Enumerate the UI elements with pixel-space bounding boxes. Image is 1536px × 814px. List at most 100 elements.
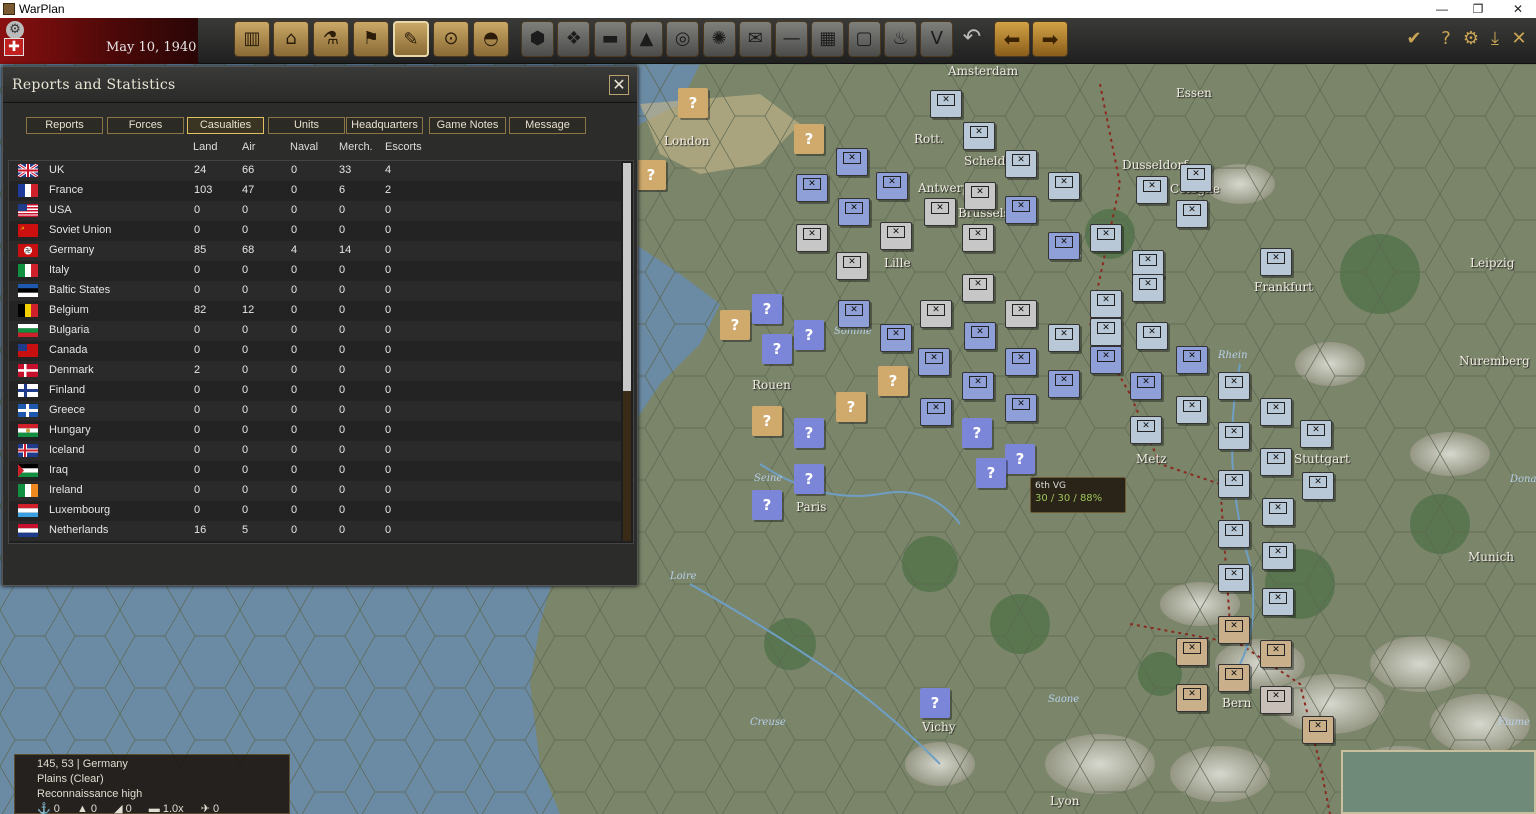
research-button[interactable]: ⚗ (313, 21, 349, 57)
table-row[interactable]: ☭ Soviet Union 0 0 0 0 0 (9, 221, 621, 241)
unit-counter[interactable]: ✕ (838, 300, 870, 328)
undo-button[interactable]: ↶ (954, 21, 990, 57)
unit-counter[interactable]: ✕ (1005, 196, 1037, 224)
table-row[interactable]: USA 0 0 0 0 0 (9, 201, 621, 221)
production-button[interactable]: ▥ (234, 21, 270, 57)
table-row[interactable]: Luxembourg 0 0 0 0 0 (9, 501, 621, 521)
helmet-button[interactable]: ◓ (473, 21, 509, 57)
unit-counter[interactable]: ✕ (1136, 322, 1168, 350)
unit-counter[interactable]: ✕ (838, 198, 870, 226)
table-row[interactable]: Finland 0 0 0 0 0 (9, 381, 621, 401)
table-row[interactable]: Bulgaria 0 0 0 0 0 (9, 321, 621, 341)
unit-counter[interactable]: ✕ (1090, 318, 1122, 346)
column-header-naval[interactable]: Naval (290, 141, 318, 153)
unit-counter[interactable]: ✕ (1005, 348, 1037, 376)
column-header-air[interactable]: Air (242, 141, 255, 153)
unit-counter[interactable]: ✕ (836, 252, 868, 280)
unit-counter[interactable]: ✕ (1302, 716, 1334, 744)
unit-counter[interactable]: ✕ (962, 372, 994, 400)
unknown-unit-counter[interactable]: ? (752, 490, 782, 520)
unknown-unit-counter[interactable]: ? (794, 464, 824, 494)
unknown-unit-counter[interactable]: ? (962, 418, 992, 448)
end-turn-button[interactable]: ✔ (1401, 26, 1427, 52)
unit-counter[interactable]: ✕ (836, 148, 868, 176)
table-row[interactable]: 卍 Germany 85 68 4 14 0 (9, 241, 621, 261)
unit-counter[interactable]: ✕ (1176, 396, 1208, 424)
unknown-unit-counter[interactable]: ? (794, 418, 824, 448)
unit-counter[interactable]: ✕ (1176, 346, 1208, 374)
unit-counter[interactable]: ✕ (962, 274, 994, 302)
column-header-land[interactable]: Land (193, 141, 217, 153)
unit-counter[interactable]: ✕ (1048, 232, 1080, 260)
unit-counter[interactable]: ✕ (964, 322, 996, 350)
unit-counter[interactable]: ✕ (920, 398, 952, 426)
filter-frame-button[interactable]: ▢ (847, 21, 881, 57)
unit-counter[interactable]: ✕ (1260, 448, 1292, 476)
minimize-button[interactable]: — (1424, 0, 1460, 18)
unit-counter[interactable]: ✕ (918, 348, 950, 376)
reports-button[interactable]: ✎ (393, 21, 429, 57)
prev-unit-button[interactable]: ⬅ (994, 21, 1030, 57)
unit-counter[interactable]: ✕ (1302, 472, 1334, 500)
unit-counter[interactable]: ✕ (1260, 248, 1292, 276)
table-row[interactable]: Denmark 2 0 0 0 0 (9, 361, 621, 381)
scroll-thumb[interactable] (623, 163, 631, 391)
unit-counter[interactable]: ✕ (1262, 498, 1294, 526)
unit-counter[interactable]: ✕ (1218, 564, 1250, 592)
unit-counter[interactable]: ✕ (1176, 638, 1208, 666)
unit-counter[interactable]: ✕ (1262, 588, 1294, 616)
gear-emblem-icon[interactable]: ⚙ (6, 21, 24, 39)
unit-counter[interactable]: ✕ (1090, 346, 1122, 374)
unit-counter[interactable]: ✕ (1300, 420, 1332, 448)
unit-counter[interactable]: ✕ (1176, 684, 1208, 712)
table-row[interactable]: Greece 0 0 0 0 0 (9, 401, 621, 421)
unit-counter[interactable]: ✕ (796, 224, 828, 252)
unit-counter[interactable]: ✕ (1130, 416, 1162, 444)
save-button[interactable]: ⤓ (1482, 26, 1508, 52)
unknown-unit-counter[interactable]: ? (836, 392, 866, 422)
filter-v-button[interactable]: V (920, 21, 954, 57)
exit-button[interactable]: ✕ (1506, 26, 1532, 52)
filter-tank-button[interactable]: ▬ (593, 21, 627, 57)
tab-forces[interactable]: Forces (107, 117, 184, 134)
filter-line-button[interactable]: — (775, 21, 809, 57)
unknown-unit-counter[interactable]: ? (752, 294, 782, 324)
unit-counter[interactable]: ✕ (1218, 664, 1250, 692)
table-row[interactable]: Italy 0 0 0 0 0 (9, 261, 621, 281)
unknown-unit-counter[interactable]: ? (878, 366, 908, 396)
column-header-escorts[interactable]: Escorts (385, 141, 422, 153)
unit-counter[interactable]: ✕ (963, 122, 995, 150)
table-row[interactable]: Hungary 0 0 0 0 0 (9, 421, 621, 441)
table-row[interactable]: UK 24 66 0 33 4 (9, 161, 621, 181)
unit-counter[interactable]: ✕ (964, 182, 996, 210)
panel-close-button[interactable]: ✕ (609, 75, 629, 95)
tab-headquarters[interactable]: Headquarters (346, 117, 423, 134)
filter-infantry-button[interactable]: ⬢ (521, 21, 554, 57)
unit-counter[interactable]: ✕ (1136, 176, 1168, 204)
unit-counter[interactable]: ✕ (876, 172, 908, 200)
unit-counter[interactable]: ✕ (1130, 372, 1162, 400)
tab-casualties[interactable]: Casualties (187, 117, 264, 134)
unit-counter[interactable]: ✕ (1218, 520, 1250, 548)
unit-counter[interactable]: ✕ (1005, 394, 1037, 422)
help-button[interactable]: ? (1433, 26, 1459, 52)
intel-button[interactable]: ⊙ (433, 21, 469, 57)
settings-button[interactable]: ⚙ (1458, 26, 1484, 52)
unit-counter[interactable]: ✕ (1260, 398, 1292, 426)
unknown-unit-counter[interactable]: ? (752, 406, 782, 436)
unit-counter[interactable]: ✕ (796, 174, 828, 202)
unit-counter[interactable]: ✕ (1132, 274, 1164, 302)
filter-envelope-button[interactable]: ✉ (738, 21, 772, 57)
unknown-unit-counter[interactable]: ? (976, 458, 1006, 488)
tab-message[interactable]: Message (509, 117, 586, 134)
unit-counter[interactable]: ✕ (1218, 470, 1250, 498)
table-row[interactable]: Belgium 82 12 0 0 0 (9, 301, 621, 321)
tab-units[interactable]: Units (268, 117, 345, 134)
unit-counter[interactable]: ✕ (1218, 422, 1250, 450)
table-row[interactable]: Baltic States 0 0 0 0 0 (9, 281, 621, 301)
filter-grid-button[interactable]: ▦ (811, 21, 845, 57)
table-row[interactable]: Canada 0 0 0 0 0 (9, 341, 621, 361)
filter-hex-button[interactable]: ❖ (557, 21, 591, 57)
filter-target-button[interactable]: ◎ (666, 21, 700, 57)
unit-counter[interactable]: ✕ (1260, 640, 1292, 668)
